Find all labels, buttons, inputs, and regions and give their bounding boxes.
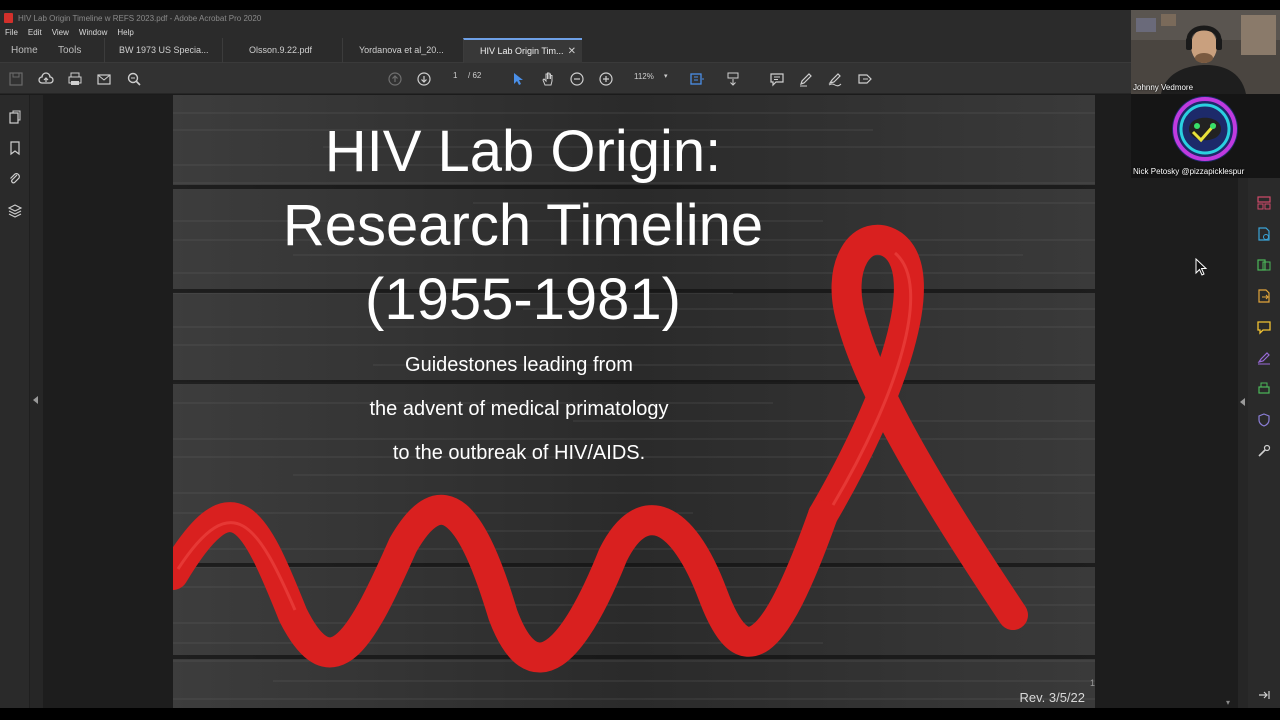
menu-edit[interactable]: Edit bbox=[28, 28, 42, 37]
save-icon[interactable] bbox=[7, 70, 25, 88]
close-tab-icon[interactable]: ✕ bbox=[568, 40, 576, 63]
slide-subtitle-line: to the outbreak of HIV/AIDS. bbox=[392, 442, 646, 464]
tab-tools[interactable]: Tools bbox=[58, 38, 81, 63]
bookmark-icon[interactable] bbox=[7, 140, 23, 156]
email-icon[interactable] bbox=[95, 70, 113, 88]
screen: HIV Lab Origin Timeline w REFS 2023.pdf … bbox=[0, 0, 1280, 720]
right-tools-pane bbox=[1248, 95, 1280, 708]
protect-shield-icon[interactable] bbox=[1256, 412, 1272, 428]
doc-tab-hiv-lab-origin[interactable]: HIV Lab Origin Tim... ✕ bbox=[463, 38, 582, 63]
menu-help[interactable]: Help bbox=[117, 28, 133, 37]
next-page-icon[interactable] bbox=[415, 70, 433, 88]
letterbox-bottom bbox=[0, 708, 1280, 720]
collapse-right-pane-icon[interactable] bbox=[1240, 398, 1245, 406]
menu-window[interactable]: Window bbox=[79, 28, 107, 37]
title-bar: HIV Lab Origin Timeline w REFS 2023.pdf … bbox=[0, 10, 1131, 26]
zoom-level[interactable]: 112% bbox=[634, 72, 654, 81]
mouse-cursor-icon bbox=[1195, 258, 1208, 276]
window-title: HIV Lab Origin Timeline w REFS 2023.pdf … bbox=[18, 13, 262, 23]
combine-files-icon[interactable] bbox=[1256, 257, 1272, 273]
fill-sign-icon[interactable] bbox=[1256, 350, 1272, 366]
toolbar: 1 / 62 112% ▾ bbox=[0, 63, 1131, 94]
slide-title-line: (1955-1981) bbox=[365, 267, 681, 332]
tab-bar: Home Tools BW 1973 US Specia... Olsson.9… bbox=[0, 38, 1131, 63]
comment-icon[interactable] bbox=[768, 70, 786, 88]
sign-icon[interactable] bbox=[826, 70, 844, 88]
acrobat-icon bbox=[4, 13, 13, 23]
doc-tab-yordanova[interactable]: Yordanova et al_20... bbox=[342, 38, 462, 63]
hand-tool-icon[interactable] bbox=[539, 70, 557, 88]
slide-subtitle-line: the advent of medical primatology bbox=[369, 398, 669, 420]
menu-view[interactable]: View bbox=[52, 28, 69, 37]
doc-tab-label: HIV Lab Origin Tim... bbox=[480, 46, 564, 56]
slide-subtitle-line: Guidestones leading from bbox=[405, 354, 633, 376]
slide-page-number: 1 bbox=[1089, 678, 1095, 688]
share-icon[interactable] bbox=[856, 70, 874, 88]
previous-page-icon[interactable] bbox=[386, 70, 404, 88]
menu-bar: File Edit View Window Help bbox=[0, 26, 1131, 38]
zoom-in-icon[interactable] bbox=[597, 70, 615, 88]
organize-pages-icon[interactable] bbox=[1256, 195, 1272, 211]
collapse-left-pane-icon[interactable] bbox=[33, 396, 38, 404]
comment-tool-icon[interactable] bbox=[1256, 319, 1272, 335]
webcam-name-2: Nick Petosky @pizzapicklespur bbox=[1133, 167, 1245, 176]
webcam-video-1 bbox=[1131, 10, 1280, 94]
select-cursor-icon[interactable] bbox=[509, 70, 527, 88]
slide-title: HIV Lab Origin: Research Timeline (1955-… bbox=[233, 115, 813, 337]
slide-title-line: Research Timeline bbox=[282, 193, 764, 258]
doc-tab-olsson[interactable]: Olsson.9.22.pdf bbox=[222, 38, 340, 63]
webcam-feed-1: Johnny Vedmore bbox=[1131, 10, 1280, 94]
highlight-pen-icon[interactable] bbox=[797, 70, 815, 88]
page-number-input[interactable]: 1 bbox=[453, 71, 457, 80]
create-pdf-icon[interactable] bbox=[1256, 226, 1272, 242]
slide-subtitle: Guidestones leading from the advent of m… bbox=[293, 347, 745, 479]
scroll-mode-icon[interactable] bbox=[724, 70, 742, 88]
upload-cloud-icon[interactable] bbox=[37, 70, 55, 88]
page-total: / 62 bbox=[468, 71, 482, 80]
print-icon[interactable] bbox=[66, 70, 84, 88]
zoom-out-icon[interactable] bbox=[568, 70, 586, 88]
attachment-icon[interactable] bbox=[7, 171, 23, 187]
scroll-down-icon[interactable]: ▾ bbox=[1226, 698, 1230, 707]
doc-tab-label: Olsson.9.22.pdf bbox=[249, 45, 313, 55]
zoom-dropdown-icon[interactable]: ▾ bbox=[664, 72, 668, 80]
letterbox-top bbox=[0, 0, 1280, 10]
layers-icon[interactable] bbox=[7, 203, 23, 219]
export-pdf-icon[interactable] bbox=[1256, 288, 1272, 304]
page-thumbnails-icon[interactable] bbox=[7, 109, 23, 125]
fit-page-icon[interactable] bbox=[688, 70, 706, 88]
doc-tab-bw1973[interactable]: BW 1973 US Specia... bbox=[104, 38, 222, 63]
slide-title-line: HIV Lab Origin: bbox=[324, 119, 722, 184]
doc-tab-label: Yordanova et al_20... bbox=[359, 45, 444, 55]
pdf-page: HIV Lab Origin: Research Timeline (1955-… bbox=[173, 95, 1095, 708]
left-nav-pane bbox=[0, 95, 30, 708]
print-production-icon[interactable] bbox=[1256, 381, 1272, 397]
avatar bbox=[1131, 94, 1280, 178]
tab-home[interactable]: Home bbox=[11, 38, 38, 63]
revision-date: Rev. 3/5/22 bbox=[1019, 690, 1085, 705]
webcam-feed-2: Nick Petosky @pizzapicklespur bbox=[1131, 94, 1280, 178]
search-icon[interactable] bbox=[125, 70, 143, 88]
menu-file[interactable]: File bbox=[5, 28, 18, 37]
more-tools-icon[interactable] bbox=[1256, 443, 1272, 459]
expand-panel-icon[interactable] bbox=[1256, 687, 1272, 703]
webcam-name-1: Johnny Vedmore bbox=[1133, 83, 1194, 92]
doc-tab-label: BW 1973 US Specia... bbox=[119, 45, 209, 55]
